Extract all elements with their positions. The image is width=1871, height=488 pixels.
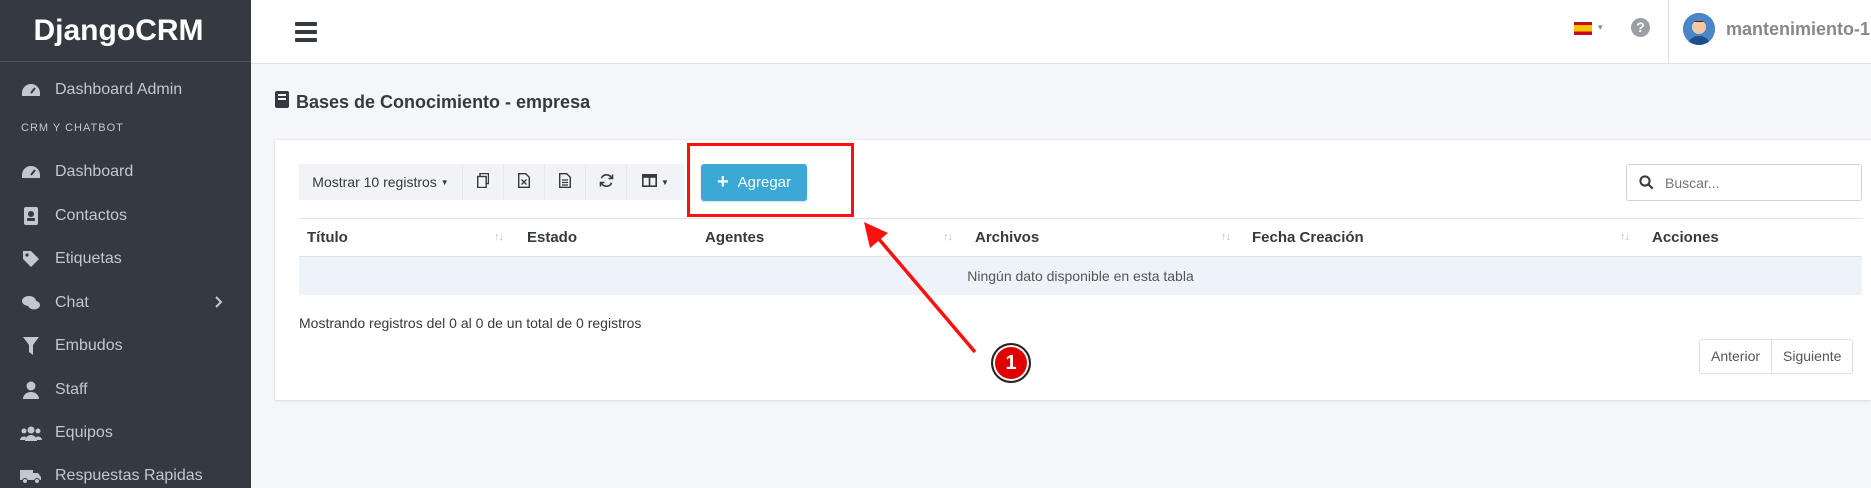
page-title: Bases de Conocimiento - empresa (275, 91, 590, 113)
navbar-divider (1668, 0, 1669, 64)
table-empty-row: Ningún dato disponible en esta tabla (299, 257, 1862, 295)
table-header: Título ↑↓ Estado Agentes ↑↓ Archivos ↑↓ … (299, 218, 1862, 257)
user-name[interactable]: mantenimiento-1 (1726, 19, 1870, 40)
page-length-dropdown[interactable]: Mostrar 10 registros ▼ (299, 164, 463, 200)
page-title-text: Bases de Conocimiento - empresa (296, 91, 591, 112)
sidebar-item-dashboard-admin[interactable]: Dashboard Admin (0, 71, 251, 109)
avatar[interactable] (1683, 13, 1715, 45)
pdf-export-button[interactable] (545, 164, 586, 200)
sidebar-item-staff[interactable]: Staff (0, 371, 251, 409)
file-text-icon (559, 173, 571, 191)
spain-flag-icon[interactable] (1574, 22, 1592, 35)
copy-button[interactable] (463, 164, 504, 200)
tachometer-icon (20, 80, 42, 100)
sidebar-item-equipos[interactable]: Equipos (0, 414, 251, 452)
sidebar-item-respuestas-rapidas[interactable]: Respuestas Rapidas (0, 457, 251, 488)
tachometer-icon (20, 162, 42, 182)
column-header-estado[interactable]: Estado (527, 229, 577, 246)
file-excel-icon (518, 173, 530, 191)
sidebar-item-etiquetas[interactable]: Etiquetas (0, 240, 251, 278)
table-info: Mostrando registros del 0 al 0 de un tot… (299, 315, 642, 331)
previous-page-button[interactable]: Anterior (1700, 340, 1771, 373)
sidebar-item-contactos[interactable]: Contactos (0, 197, 251, 235)
question-circle-icon[interactable]: ? (1631, 18, 1650, 37)
next-page-button[interactable]: Siguiente (1771, 340, 1852, 373)
menu-toggle-icon[interactable] (295, 22, 317, 42)
sidebar-item-chat[interactable]: Chat (0, 284, 251, 322)
sidebar-item-label: Respuestas Rapidas (55, 467, 203, 484)
sidebar-item-dashboard[interactable]: Dashboard (0, 153, 251, 191)
tag-icon (20, 249, 42, 269)
column-header-archivos[interactable]: Archivos (975, 229, 1039, 246)
truck-icon (20, 466, 42, 486)
sidebar-item-label: Dashboard Admin (55, 81, 183, 98)
caret-down-icon[interactable]: ▾ (1598, 22, 1603, 33)
sidebar-item-label: Contactos (55, 207, 128, 224)
sort-icon[interactable]: ↑↓ (1221, 231, 1231, 243)
chevron-right-icon (215, 295, 223, 313)
comments-icon (20, 293, 42, 313)
sidebar-item-label: Dashboard (55, 163, 134, 180)
pagination: Anterior Siguiente (1699, 339, 1854, 374)
sidebar-item-label: Equipos (55, 424, 113, 441)
table-toolbar: Mostrar 10 registros ▼ ▼ (299, 164, 684, 200)
caret-down-icon: ▼ (661, 177, 669, 187)
sidebar-item-label: Staff (55, 381, 88, 398)
caret-down-icon: ▼ (440, 177, 449, 187)
column-header-fecha-creacion[interactable]: Fecha Creación (1252, 229, 1364, 246)
refresh-icon (599, 173, 614, 191)
address-book-icon (20, 206, 42, 226)
columns-icon (642, 174, 658, 190)
column-header-titulo[interactable]: Título (307, 229, 348, 246)
book-icon (275, 91, 289, 113)
refresh-button[interactable] (586, 164, 627, 200)
page-length-label: Mostrar 10 registros (312, 174, 437, 190)
search-field[interactable] (1626, 164, 1862, 201)
search-icon (1627, 175, 1665, 190)
users-icon (20, 423, 42, 443)
excel-export-button[interactable] (504, 164, 545, 200)
sidebar-section-header: CRM Y CHATBOT (21, 122, 124, 134)
sidebar-item-label: Etiquetas (55, 250, 122, 267)
top-navbar: ▾ ? mantenimiento-1 (251, 0, 1871, 64)
filter-icon (20, 336, 42, 356)
step-number-badge: 1 (991, 343, 1031, 383)
column-header-acciones: Acciones (1652, 229, 1719, 246)
highlight-rectangle (687, 143, 854, 217)
sidebar-item-embudos[interactable]: Embudos (0, 327, 251, 365)
column-visibility-button[interactable]: ▼ (627, 164, 684, 200)
sort-icon[interactable]: ↑↓ (494, 231, 504, 243)
copy-icon (476, 172, 490, 191)
sidebar-item-label: Chat (55, 294, 89, 311)
sidebar: DjangoCRM Dashboard Admin CRM Y CHATBOT … (0, 0, 251, 488)
column-header-agentes[interactable]: Agentes (705, 229, 764, 246)
sort-icon[interactable]: ↑↓ (943, 231, 953, 243)
search-input[interactable] (1665, 174, 1845, 191)
user-icon (20, 380, 42, 400)
sort-icon[interactable]: ↑↓ (1620, 231, 1630, 243)
brand-logo[interactable]: DjangoCRM (0, 0, 251, 62)
sidebar-item-label: Embudos (55, 337, 123, 354)
